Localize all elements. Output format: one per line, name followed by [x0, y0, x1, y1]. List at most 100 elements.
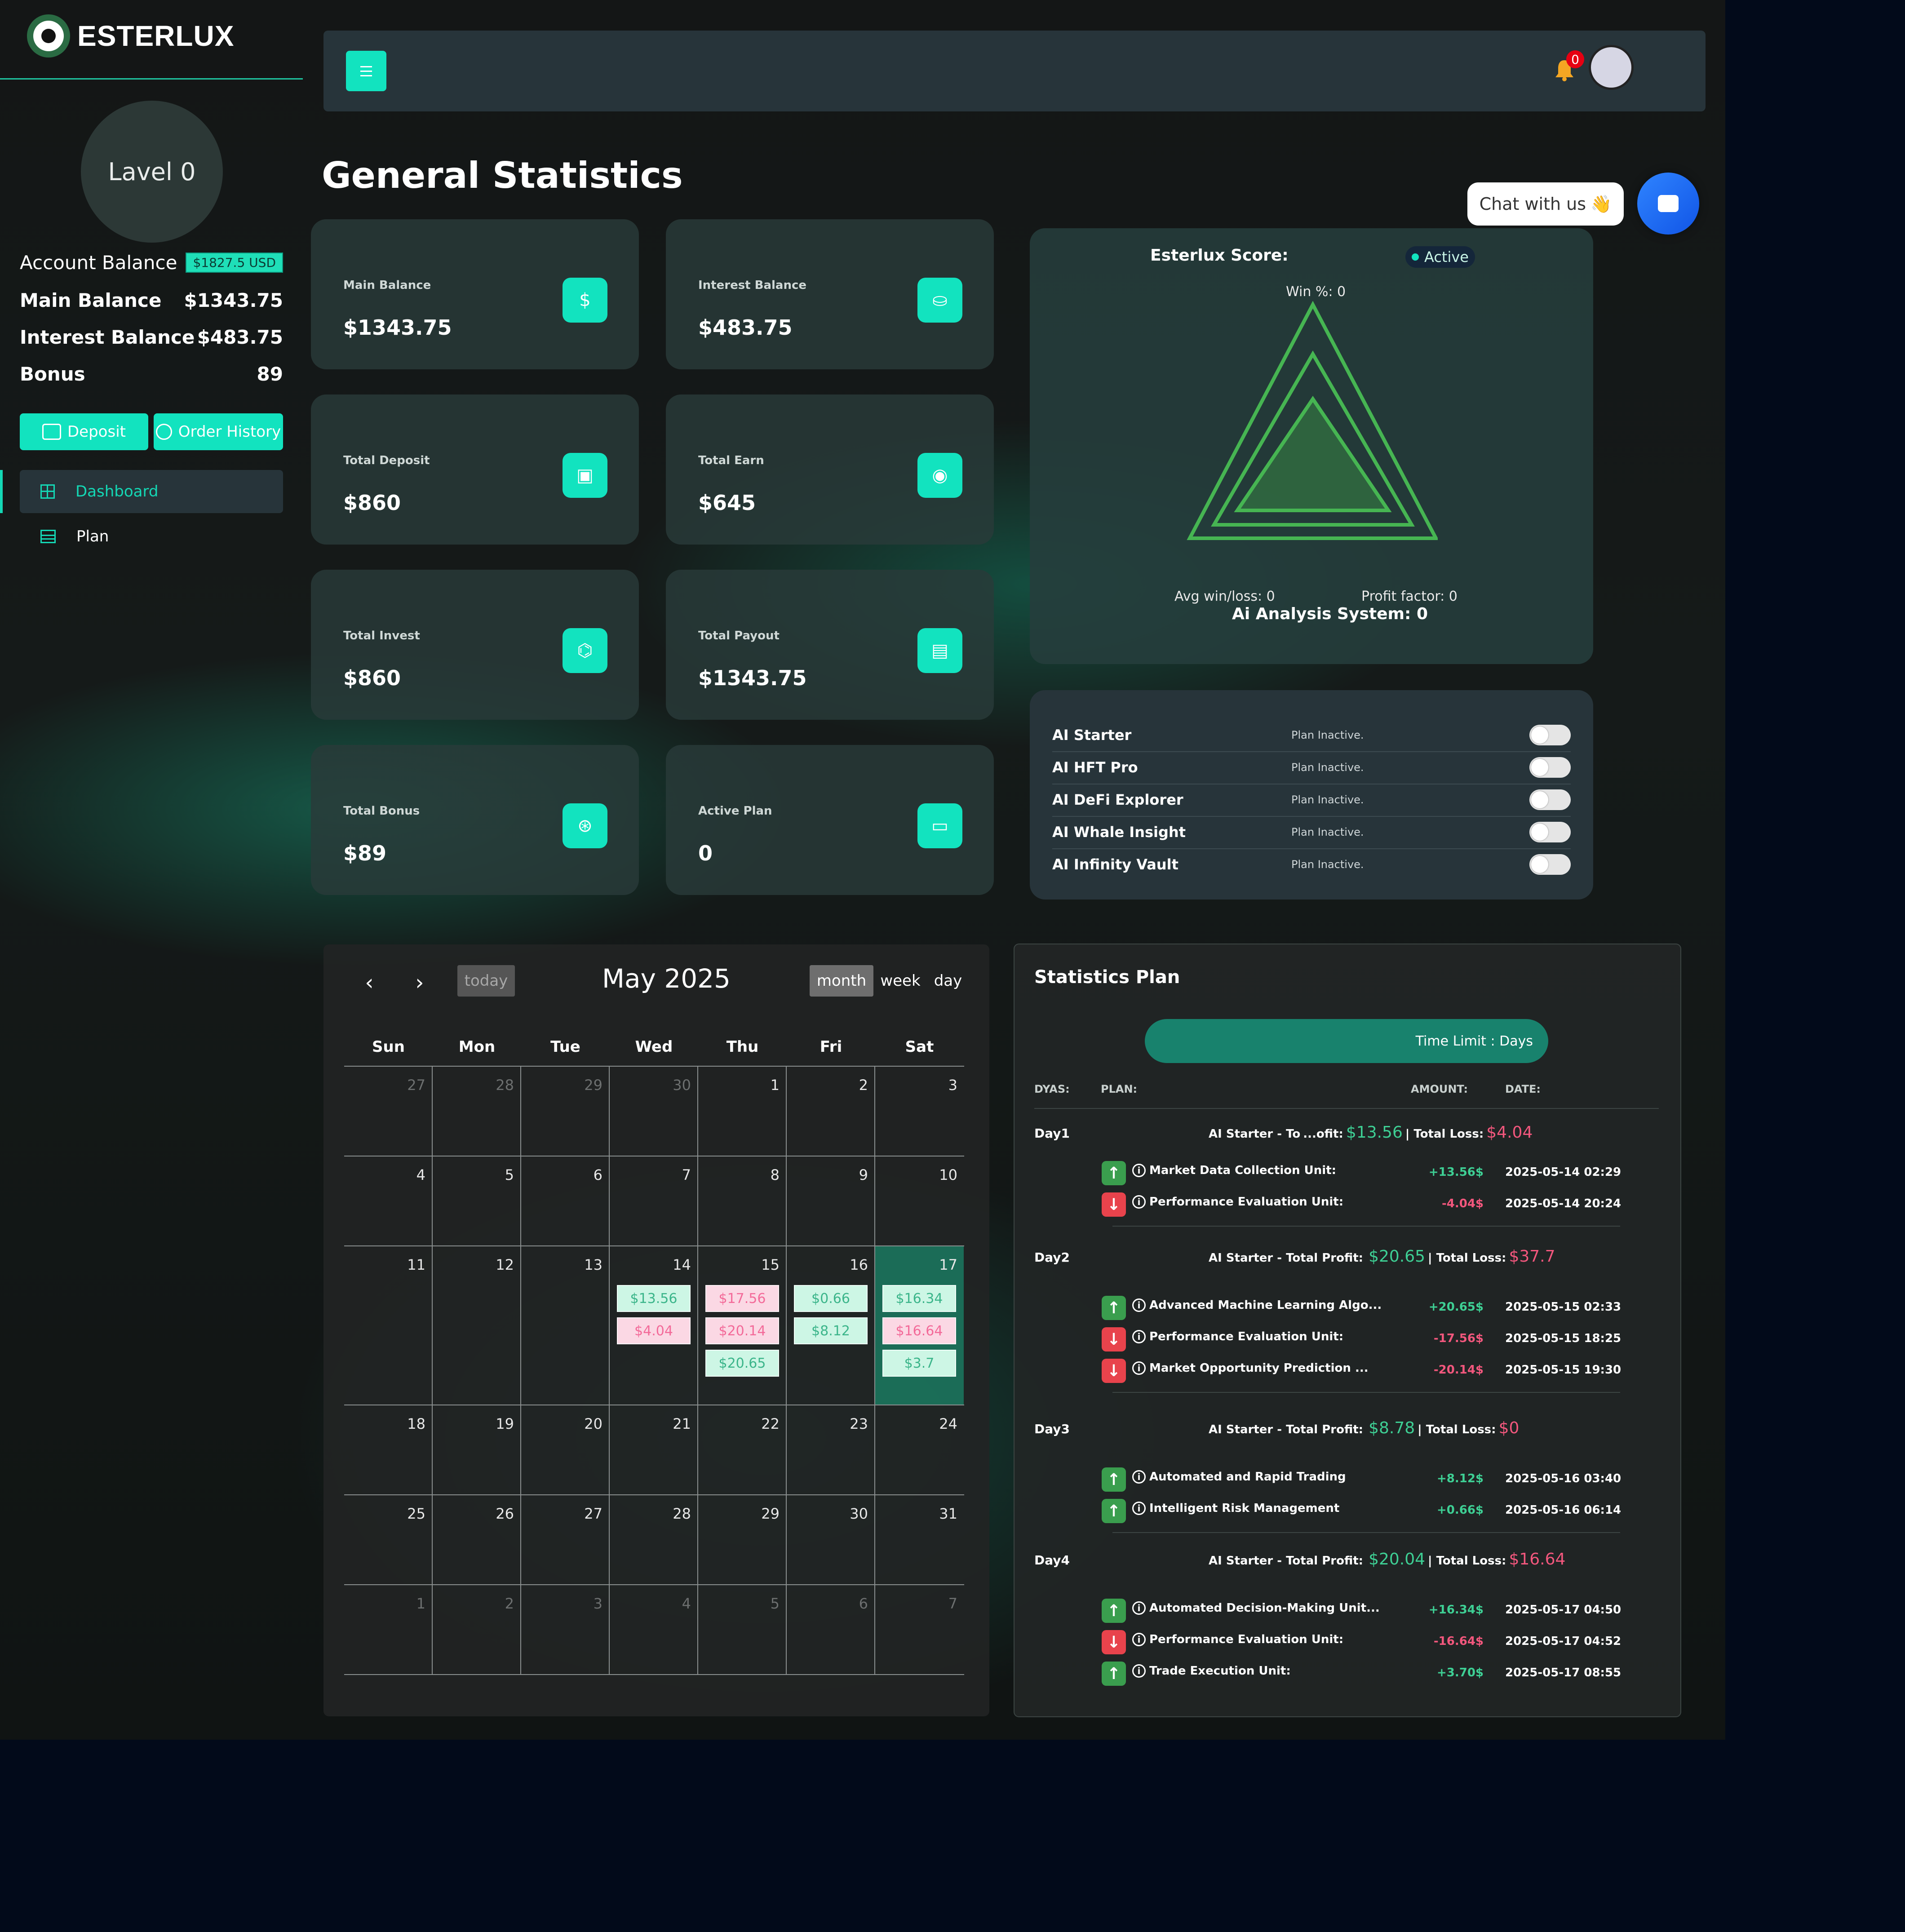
plan-toggle[interactable] [1529, 822, 1571, 842]
calendar-day-cell[interactable]: 6 [787, 1585, 875, 1674]
info-icon[interactable]: i [1132, 1298, 1146, 1312]
calendar-day-cell[interactable]: 9 [787, 1157, 875, 1245]
calendar-day-cell[interactable]: 16 $0.66 $8.12 [787, 1246, 875, 1405]
calendar-day-cell[interactable]: 3 [875, 1067, 964, 1156]
calendar-day-cell[interactable]: 26 [433, 1495, 521, 1584]
calendar-day-cell[interactable]: 27 [521, 1495, 610, 1584]
calendar-day-cell[interactable]: 7 [610, 1157, 698, 1245]
calendar-event[interactable]: $0.66 [794, 1285, 868, 1312]
calendar-day-cell[interactable]: 28 [433, 1067, 521, 1156]
calendar-day-number: 25 [407, 1505, 425, 1522]
summary-mid: ...ofit: [1303, 1127, 1343, 1141]
sidebar-item-plan[interactable]: Plan [20, 515, 283, 558]
calendar-event[interactable]: $13.56 [617, 1285, 691, 1312]
deposit-label: Deposit [67, 423, 126, 441]
calendar-day-cell[interactable]: 8 [698, 1157, 787, 1245]
calendar-day-cell[interactable]: 30 [610, 1067, 698, 1156]
info-icon[interactable]: i [1132, 1664, 1146, 1678]
info-icon[interactable]: i [1132, 1361, 1146, 1375]
calendar-day-cell[interactable]: 23 [787, 1405, 875, 1494]
calendar-day-cell[interactable]: 11 [344, 1246, 433, 1405]
calendar-day-cell[interactable]: 14 $13.56 $4.04 [610, 1246, 698, 1405]
view-week-button[interactable]: week [877, 965, 924, 997]
info-icon[interactable]: i [1132, 1601, 1146, 1615]
calendar-day-cell[interactable]: 13 [521, 1246, 610, 1405]
plan-toggle[interactable] [1529, 854, 1571, 875]
calendar-day-cell[interactable]: 29 [521, 1067, 610, 1156]
deposit-button[interactable]: Deposit [20, 413, 148, 450]
calendar-day-cell[interactable]: 22 [698, 1405, 787, 1494]
info-icon[interactable]: i [1132, 1195, 1146, 1209]
plan-toggle[interactable] [1529, 789, 1571, 810]
chat-with-us-bubble[interactable]: Chat with us 👋 [1467, 182, 1624, 226]
calendar-event[interactable]: $3.7 [882, 1350, 956, 1377]
calendar-day-cell[interactable]: 25 [344, 1495, 433, 1584]
calendar-day-cell[interactable]: 5 [698, 1585, 787, 1674]
card-active-plan: Active Plan 0 ▭ [666, 745, 994, 895]
calendar-day-cell[interactable]: 5 [433, 1157, 521, 1245]
info-icon[interactable]: i [1132, 1470, 1146, 1484]
calendar-day-cell[interactable]: 29 [698, 1495, 787, 1584]
calendar-event[interactable]: $8.12 [794, 1317, 868, 1344]
calendar-day-cell[interactable]: 30 [787, 1495, 875, 1584]
calendar-day-cell[interactable]: 2 [787, 1067, 875, 1156]
calendar-event[interactable]: $20.65 [705, 1350, 779, 1377]
brand-logo[interactable]: ESTERLUX [27, 13, 234, 58]
calendar-day-cell[interactable]: 12 [433, 1246, 521, 1405]
calendar-day-cell[interactable]: 7 [875, 1585, 964, 1674]
chat-button[interactable] [1637, 173, 1699, 235]
status-dot-icon [1412, 253, 1419, 261]
calendar-day-cell[interactable]: 28 [610, 1495, 698, 1584]
calendar-day-cell[interactable]: 4 [610, 1585, 698, 1674]
info-icon[interactable]: i [1132, 1164, 1146, 1177]
plan-toggle[interactable] [1529, 725, 1571, 745]
view-day-button[interactable]: day [929, 965, 967, 997]
calendar-day-cell[interactable]: 1 [698, 1067, 787, 1156]
plan-toggle[interactable] [1529, 757, 1571, 778]
calendar-day-number: 3 [593, 1595, 603, 1612]
info-icon[interactable]: i [1132, 1633, 1146, 1646]
plan-status: Plan Inactive. [1291, 761, 1364, 774]
transaction-name: i Performance Evaluation Unit: [1132, 1633, 1343, 1646]
calendar-day-cell[interactable]: 31 [875, 1495, 964, 1584]
calendar-day-cell[interactable]: 3 [521, 1585, 610, 1674]
calendar-day-number: 15 [761, 1256, 780, 1273]
order-history-label: Order History [178, 423, 281, 441]
card-label: Total Payout [698, 629, 780, 643]
view-month-button[interactable]: month [810, 965, 873, 997]
calendar-day-cell[interactable]: 17 $16.34 $16.64 $3.7 [875, 1246, 964, 1405]
calendar-day-cell[interactable]: 24 [875, 1405, 964, 1494]
calendar-event[interactable]: $17.56 [705, 1285, 779, 1312]
calendar-next-button[interactable]: › [402, 962, 438, 1003]
calendar-day-cell[interactable]: 4 [344, 1157, 433, 1245]
calendar-prev-button[interactable]: ‹ [351, 962, 387, 1003]
arrow-down-icon: ↓ [1102, 1192, 1126, 1217]
calendar-day-cell[interactable]: 6 [521, 1157, 610, 1245]
calendar-day-cell[interactable]: 20 [521, 1405, 610, 1494]
calendar-event[interactable]: $16.64 [882, 1317, 956, 1344]
calendar-day-cell[interactable]: 15 $17.56 $20.14 $20.65 [698, 1246, 787, 1405]
calendar-day-cell[interactable]: 10 [875, 1157, 964, 1245]
calendar-event[interactable]: $16.34 [882, 1285, 956, 1312]
calendar-day-cell[interactable]: 18 [344, 1405, 433, 1494]
today-button[interactable]: today [457, 965, 515, 997]
info-icon[interactable]: i [1132, 1502, 1146, 1515]
info-icon[interactable]: i [1132, 1330, 1146, 1343]
transaction-label: Trade Execution Unit: [1149, 1664, 1291, 1678]
avatar[interactable] [1589, 45, 1634, 90]
calendar-day-cell[interactable]: 27 [344, 1067, 433, 1156]
calendar-day-cell[interactable]: 2 [433, 1585, 521, 1674]
calendar-event[interactable]: $20.14 [705, 1317, 779, 1344]
summary-prefix: AI Starter - To [1209, 1127, 1301, 1141]
sidebar-item-dashboard[interactable]: Dashboard [20, 470, 283, 513]
calendar-event[interactable]: $4.04 [617, 1317, 691, 1344]
account-balance-badge: $1827.5 USD [186, 253, 283, 273]
transaction-date: 2025-05-15 02:33 [1505, 1300, 1621, 1314]
card-label: Total Bonus [343, 804, 420, 818]
calendar-day-cell[interactable]: 1 [344, 1585, 433, 1674]
calendar-day-cell[interactable]: 19 [433, 1405, 521, 1494]
order-history-button[interactable]: Order History [154, 413, 283, 450]
arrow-up-icon: ↑ [1102, 1161, 1126, 1185]
calendar-day-cell[interactable]: 21 [610, 1405, 698, 1494]
menu-toggle-button[interactable] [346, 51, 386, 91]
